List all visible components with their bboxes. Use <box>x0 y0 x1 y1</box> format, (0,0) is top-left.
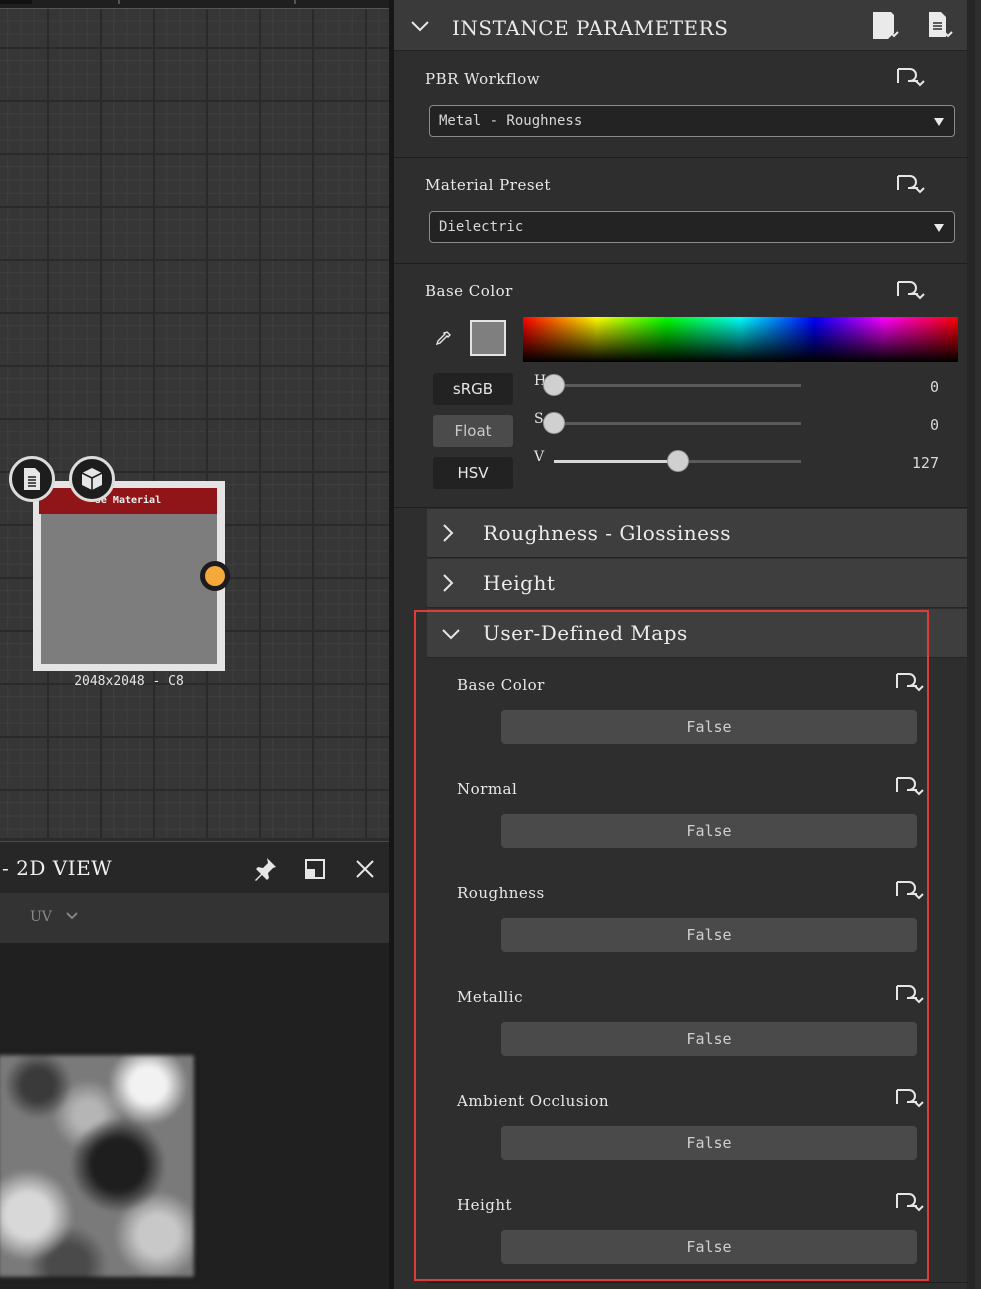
texture-preview <box>0 1053 196 1279</box>
reset-default-icon[interactable] <box>893 1082 927 1112</box>
panel-scrollbar[interactable] <box>967 0 975 1289</box>
map-row-normal: Normal False <box>427 762 967 867</box>
pbr-workflow-value: Metal - Roughness <box>439 113 583 129</box>
map-label: Metallic <box>457 988 523 1006</box>
reset-default-icon[interactable] <box>894 168 928 198</box>
group-height[interactable]: Height <box>427 559 967 608</box>
pbr-workflow-row: PBR Workflow Metal - Roughness <box>394 51 967 158</box>
reset-default-icon[interactable] <box>893 874 927 904</box>
color-spectrum-picker[interactable] <box>523 317 958 362</box>
node-thumbnail <box>41 514 217 664</box>
material-preset-row: Material Preset Dielectric <box>394 158 967 264</box>
map-row-height: Height False <box>427 1178 967 1283</box>
reset-default-icon[interactable] <box>893 1186 927 1216</box>
hue-slider[interactable] <box>543 374 801 396</box>
toggle-button[interactable]: False <box>501 918 917 952</box>
pbr-workflow-dropdown[interactable]: Metal - Roughness <box>429 105 955 137</box>
value-slider[interactable] <box>554 450 801 472</box>
output-dot <box>205 566 225 586</box>
panel-title: INSTANCE PARAMETERS <box>452 16 729 40</box>
document-icon[interactable] <box>926 10 958 46</box>
map-row-roughness: Roughness False <box>427 866 967 971</box>
group-label: Roughness - Glossiness <box>483 521 731 545</box>
toggle-button[interactable]: False <box>501 710 917 744</box>
node-output-connector[interactable] <box>200 561 230 591</box>
group-label: Height <box>483 571 556 595</box>
view2d-toolbar: UV <box>0 893 389 943</box>
graph-tab-segment <box>0 0 32 4</box>
map-label: Normal <box>457 780 518 798</box>
node-resolution-label: 2048x2048 - C8 <box>74 674 184 689</box>
graph-top-bar <box>0 0 389 9</box>
close-icon[interactable] <box>350 854 380 884</box>
graph-view[interactable]: se Material 2048x2048 - C8 <box>0 0 389 838</box>
uv-dropdown-label[interactable]: UV <box>30 909 52 925</box>
group-roughness-glossiness[interactable]: Roughness - Glossiness <box>427 509 967 558</box>
map-label: Height <box>457 1196 513 1214</box>
preset-icon[interactable] <box>870 10 902 46</box>
node-title: se Material <box>39 488 217 514</box>
saturation-slider[interactable] <box>543 412 801 434</box>
maximize-icon[interactable] <box>300 854 330 884</box>
reset-default-icon[interactable] <box>894 61 928 91</box>
base-color-label: Base Color <box>425 282 513 300</box>
chevron-down-icon <box>441 626 461 645</box>
reset-default-icon[interactable] <box>894 274 928 304</box>
graph-tab-divider <box>294 0 296 4</box>
slider-knob[interactable] <box>543 374 565 396</box>
material-preset-value: Dielectric <box>439 219 524 235</box>
map-row-ambient-occlusion: Ambient Occlusion False <box>427 1074 967 1179</box>
view2d-header: - 2D VIEW <box>0 841 389 894</box>
dropdown-arrow-icon <box>934 224 944 232</box>
pbr-workflow-label: PBR Workflow <box>425 70 541 88</box>
document-badge-icon[interactable] <box>9 456 55 502</box>
group-user-defined-maps[interactable]: User-Defined Maps <box>427 609 967 658</box>
value-slider-label: V <box>534 449 545 465</box>
panel-header[interactable]: INSTANCE PARAMETERS <box>394 0 967 51</box>
cube-badge-icon[interactable] <box>69 456 115 502</box>
reset-default-icon[interactable] <box>893 666 927 696</box>
value-value[interactable]: 127 <box>912 454 939 472</box>
hsv-mode-button[interactable]: HSV <box>433 457 513 489</box>
chevron-down-icon[interactable] <box>64 907 80 927</box>
map-row-base-color: Base Color False <box>427 658 967 763</box>
toggle-button[interactable]: False <box>501 1230 917 1264</box>
map-label: Base Color <box>457 676 545 694</box>
chevron-right-icon <box>441 573 455 597</box>
base-color-swatch[interactable] <box>470 320 506 356</box>
material-preset-label: Material Preset <box>425 176 551 194</box>
map-label: Ambient Occlusion <box>457 1092 610 1110</box>
toggle-button[interactable]: False <box>501 814 917 848</box>
float-mode-button[interactable]: Float <box>433 415 513 447</box>
saturation-value[interactable]: 0 <box>930 416 939 434</box>
reset-default-icon[interactable] <box>893 770 927 800</box>
material-node[interactable]: se Material <box>33 481 225 671</box>
dropdown-arrow-icon <box>934 118 944 126</box>
toggle-button[interactable]: False <box>501 1126 917 1160</box>
view2d-canvas[interactable] <box>0 943 389 1289</box>
view2d-title: - 2D VIEW <box>2 856 113 880</box>
eyedropper-icon[interactable] <box>434 330 452 352</box>
reset-default-icon[interactable] <box>893 978 927 1008</box>
graph-tab-divider <box>118 0 120 4</box>
material-preset-dropdown[interactable]: Dielectric <box>429 211 955 243</box>
slider-knob[interactable] <box>543 412 565 434</box>
group-label: User-Defined Maps <box>483 621 688 645</box>
srgb-mode-button[interactable]: sRGB <box>433 373 513 405</box>
chevron-right-icon <box>441 523 455 547</box>
hue-value[interactable]: 0 <box>930 378 939 396</box>
pin-icon[interactable] <box>250 854 280 884</box>
toggle-button[interactable]: False <box>501 1022 917 1056</box>
instance-parameters-panel: INSTANCE PARAMETERS PBR Workflow Metal -… <box>394 0 981 1289</box>
slider-fill <box>554 460 678 463</box>
chevron-down-icon[interactable] <box>410 18 430 37</box>
map-label: Roughness <box>457 884 545 902</box>
slider-knob[interactable] <box>667 450 689 472</box>
map-row-metallic: Metallic False <box>427 970 967 1075</box>
